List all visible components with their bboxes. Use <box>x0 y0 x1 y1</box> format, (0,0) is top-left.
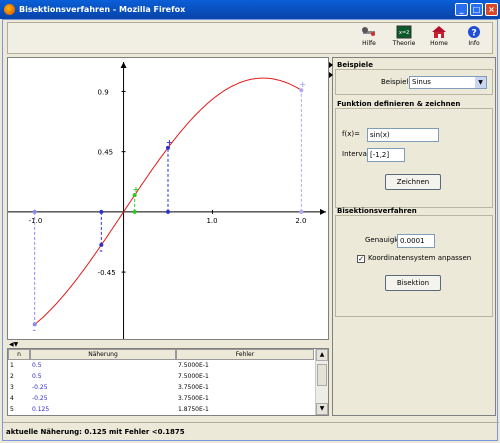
home-button[interactable]: Home <box>424 25 454 53</box>
theory-label: Theorie <box>392 40 416 47</box>
svg-text:x=2: x=2 <box>399 30 409 36</box>
info-icon: ? <box>468 26 480 39</box>
close-window-button[interactable]: × <box>485 3 498 16</box>
cell-approx: 0.5 <box>32 362 42 369</box>
home-icon <box>432 26 446 38</box>
scroll-up-arrow-icon[interactable]: ▲ <box>316 349 328 361</box>
iteration-table: n Näherung Fehler 1 0.5 7.5000E-1 2 0.5 … <box>7 348 329 416</box>
example-selected-value: Sinus <box>412 78 431 86</box>
table-row: 3 -0.25 3.7500E-1 <box>8 382 314 393</box>
table-row: 2 0.5 7.5000E-1 <box>8 371 314 382</box>
app-frame: Hilfe x=2 Theorie Home ? Info -1.0 1.0 2.0… <box>2 19 499 441</box>
cell-n: 2 <box>10 373 14 380</box>
function-label: f(x)= <box>342 130 360 138</box>
control-panel: Beispiele Beispiel Sinus ▼ Funktion defi… <box>329 57 496 416</box>
define-title: Funktion definieren & zeichnen <box>337 100 461 108</box>
cell-approx: -0.25 <box>32 395 48 402</box>
firefox-logo-icon <box>4 4 15 15</box>
cell-n: 5 <box>10 406 14 413</box>
bisection-group <box>335 215 493 317</box>
svg-text:?: ? <box>472 29 477 39</box>
home-label: Home <box>430 40 448 47</box>
function-plot[interactable]: -1.0 1.0 2.0 0.9 0.45 -0.45 - + - + + <box>7 57 329 340</box>
cell-n: 1 <box>10 362 14 369</box>
theory-button[interactable]: x=2 Theorie <box>389 25 419 53</box>
example-select[interactable]: Sinus ▼ <box>409 76 487 89</box>
theory-screen-icon: x=2 <box>396 25 412 39</box>
cell-n: 3 <box>10 384 14 391</box>
x-axis-arrow <box>320 208 326 215</box>
toolbar: Hilfe x=2 Theorie Home ? Info <box>7 22 493 54</box>
example-label: Beispiel <box>381 78 409 86</box>
plot-canvas: -1.0 1.0 2.0 0.9 0.45 -0.45 - + - + + <box>8 62 326 339</box>
x-tick-label: -1.0 <box>29 217 43 225</box>
cell-approx: -0.25 <box>32 384 48 391</box>
scroll-down-arrow-icon[interactable]: ▼ <box>316 403 328 415</box>
cell-approx: 0.5 <box>32 373 42 380</box>
x-tick-label: 2.0 <box>295 217 306 225</box>
col-error-header[interactable]: Fehler <box>176 349 314 360</box>
col-n-header[interactable]: n <box>8 349 30 360</box>
sign-marker: + <box>133 185 140 194</box>
adjust-coords-checkbox[interactable]: ✓ <box>357 255 365 263</box>
table-row: 5 0.125 1.8750E-1 <box>8 404 314 415</box>
table-scrollbar[interactable]: ▲ ▼ <box>315 349 328 415</box>
interval-input[interactable]: [-1,2] <box>367 148 405 162</box>
splitter-arrows[interactable]: ◀▼ <box>9 341 18 348</box>
function-input[interactable]: sin(x) <box>367 128 439 142</box>
help-tools-icon <box>362 27 375 36</box>
help-button[interactable]: Hilfe <box>354 25 384 53</box>
table-header: n Näherung Fehler <box>8 349 314 360</box>
cell-error: 3.7500E-1 <box>178 384 209 391</box>
maximize-button[interactable]: □ <box>470 3 483 16</box>
sign-marker: + <box>166 138 173 147</box>
table-row: 4 -0.25 3.7500E-1 <box>8 393 314 404</box>
interval-axis-point <box>32 209 37 214</box>
chevron-down-icon[interactable]: ▼ <box>475 77 486 88</box>
cell-n: 4 <box>10 395 14 402</box>
draw-button[interactable]: Zeichnen <box>385 174 441 190</box>
col-approx-header[interactable]: Näherung <box>30 349 176 360</box>
cell-error: 3.7500E-1 <box>178 395 209 402</box>
examples-title: Beispiele <box>337 61 373 69</box>
window-title: Bisektionsverfahren - Mozilla Firefox <box>19 5 186 14</box>
interval-axis-point <box>99 209 104 214</box>
sign-marker: - <box>33 325 36 334</box>
interval-axis-point <box>299 209 304 214</box>
window-titlebar: Bisektionsverfahren - Mozilla Firefox _ … <box>0 0 500 19</box>
help-label: Hilfe <box>362 40 376 47</box>
bisection-title: Bisektionsverfahren <box>337 207 417 215</box>
y-axis-arrow <box>120 62 127 68</box>
sign-marker: + <box>299 80 306 89</box>
info-button[interactable]: ? Info <box>459 25 489 53</box>
adjust-coords-label: Koordinatensystem anpassen <box>368 254 472 262</box>
sign-marker: - <box>99 246 102 255</box>
cell-error: 1.8750E-1 <box>178 406 209 413</box>
status-bar: aktuelle Näherung: 0.125 mit Fehler <0.1… <box>3 422 499 440</box>
x-tick-label: 1.0 <box>206 217 217 225</box>
table-row: 1 0.5 7.5000E-1 <box>8 360 314 371</box>
cell-error: 7.5000E-1 <box>178 373 209 380</box>
scroll-thumb[interactable] <box>317 364 327 386</box>
y-tick-label: -0.45 <box>98 269 116 277</box>
bisection-button[interactable]: Bisektion <box>385 275 441 291</box>
define-group <box>335 108 493 208</box>
cell-error: 7.5000E-1 <box>178 362 209 369</box>
y-tick-label: 0.9 <box>98 88 109 96</box>
cell-approx: 0.125 <box>32 406 50 413</box>
info-label: Info <box>468 40 480 47</box>
interval-axis-point <box>132 209 137 214</box>
minimize-button[interactable]: _ <box>455 3 468 16</box>
interval-axis-point <box>166 209 170 214</box>
collapse-panel-icon[interactable] <box>329 62 333 68</box>
accuracy-input[interactable]: 0.0001 <box>397 234 435 248</box>
y-tick-label: 0.45 <box>98 149 114 157</box>
collapse-panel-icon[interactable] <box>329 72 333 78</box>
